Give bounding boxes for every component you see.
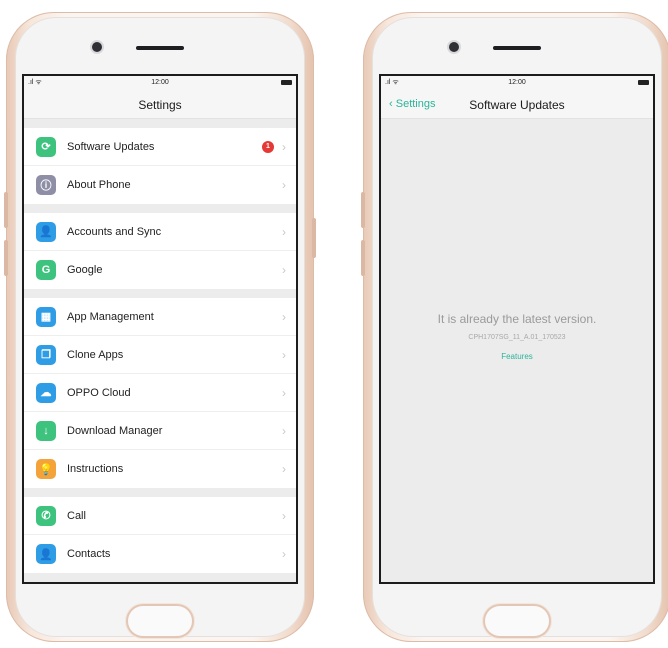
settings-item-download-manager[interactable]: ↓ Download Manager › <box>24 412 296 450</box>
home-button[interactable] <box>485 606 549 636</box>
chevron-right-icon: › <box>282 178 286 192</box>
title-bar: Settings <box>24 90 296 119</box>
settings-item-about-phone[interactable]: ⓘ About Phone › <box>24 166 296 204</box>
google-icon: G <box>36 260 56 280</box>
front-camera <box>449 42 459 52</box>
status-bar: .ıl ᯤ 12:00 <box>24 76 296 90</box>
settings-item-label: App Management <box>67 310 154 323</box>
status-time: 12:00 <box>151 79 169 86</box>
settings-list: ⟳ Software Updates 1 › ⓘ About Phone › 👤 Account… <box>24 128 296 573</box>
download-icon: ↓ <box>36 420 56 441</box>
volume-button <box>4 192 8 228</box>
title-bar: ‹ Settings Software Updates <box>381 90 653 119</box>
chevron-right-icon: › <box>282 263 286 277</box>
volume-button <box>361 240 365 276</box>
chevron-right-icon: › <box>282 386 286 400</box>
settings-item-app-management[interactable]: ▦ App Management › <box>24 298 296 336</box>
settings-item-oppo-cloud[interactable]: ☁ OPPO Cloud › <box>24 374 296 412</box>
bulb-icon: 💡 <box>36 459 56 479</box>
settings-item-label: Download Manager <box>67 424 163 437</box>
settings-item-label: About Phone <box>67 179 131 191</box>
update-status-message: It is already the latest version. <box>437 312 597 326</box>
earpiece-speaker <box>136 46 184 50</box>
settings-item-call[interactable]: ✆ Call › <box>24 497 296 535</box>
battery-icon <box>638 80 649 85</box>
phone-icon: ✆ <box>36 505 56 526</box>
settings-item-label: OPPO Cloud <box>67 386 131 399</box>
notification-badge: 1 <box>262 141 274 153</box>
volume-button <box>4 240 8 276</box>
refresh-icon: ⟳ <box>36 136 56 157</box>
phone-right: .ıl ᯤ 12:00 ‹ Settings Software Updates … <box>361 12 668 642</box>
settings-item-label: Instructions <box>67 463 124 475</box>
chevron-right-icon: › <box>282 509 286 523</box>
settings-group: ✆ Call › 👤 Contacts › <box>24 497 296 573</box>
settings-item-clone-apps[interactable]: ❐ Clone Apps › <box>24 336 296 374</box>
person-icon: 👤 <box>36 221 56 242</box>
software-updates-screen: .ıl ᯤ 12:00 ‹ Settings Software Updates … <box>379 74 655 584</box>
settings-item-label: Software Updates <box>67 140 155 153</box>
home-button[interactable] <box>128 606 192 636</box>
settings-item-software-updates[interactable]: ⟳ Software Updates 1 › <box>24 128 296 166</box>
chevron-right-icon: › <box>282 225 286 239</box>
power-button <box>312 218 316 258</box>
settings-screen: .ıl ᯤ 12:00 Settings ⟳ Software Updates 1 ›… <box>22 74 298 584</box>
chevron-right-icon: › <box>282 424 286 438</box>
settings-group: 👤 Accounts and Sync › G Google › <box>24 213 296 289</box>
contact-icon: 👤 <box>36 544 56 564</box>
earpiece-speaker <box>493 46 541 50</box>
battery-icon <box>281 80 292 85</box>
settings-item-contacts[interactable]: 👤 Contacts › <box>24 535 296 573</box>
volume-button <box>361 192 365 228</box>
settings-group: ⟳ Software Updates 1 › ⓘ About Phone › <box>24 128 296 204</box>
chevron-right-icon: › <box>282 462 286 476</box>
cloud-icon: ☁ <box>36 382 56 403</box>
front-camera <box>92 42 102 52</box>
version-string: CPH1707SG_11_A.01_170523 <box>468 334 566 341</box>
page-title: Settings <box>138 98 182 112</box>
clone-icon: ❐ <box>36 344 56 365</box>
chevron-right-icon: › <box>282 547 286 561</box>
settings-item-label: Google <box>67 264 103 276</box>
chevron-right-icon: › <box>282 140 286 154</box>
settings-item-label: Call <box>67 509 86 522</box>
status-bar: .ıl ᯤ 12:00 <box>381 76 653 90</box>
settings-item-label: Clone Apps <box>67 348 124 361</box>
chevron-right-icon: › <box>282 348 286 362</box>
page-title: Software Updates <box>469 98 565 112</box>
settings-item-accounts-and-sync[interactable]: 👤 Accounts and Sync › <box>24 213 296 251</box>
phone-left: .ıl ᯤ 12:00 Settings ⟳ Software Updates 1 ›… <box>4 12 316 642</box>
settings-item-label: Contacts <box>67 548 111 560</box>
grid-icon: ▦ <box>36 306 56 327</box>
status-time: 12:00 <box>508 79 526 86</box>
info-icon: ⓘ <box>36 175 56 195</box>
features-link[interactable]: Features <box>381 352 653 361</box>
settings-item-instructions[interactable]: 💡 Instructions › <box>24 450 296 488</box>
settings-item-google[interactable]: G Google › <box>24 251 296 289</box>
settings-group: ▦ App Management › ❐ Clone Apps › ☁ OPPO Cloud ›… <box>24 298 296 488</box>
chevron-right-icon: › <box>282 310 286 324</box>
settings-item-label: Accounts and Sync <box>67 225 162 238</box>
